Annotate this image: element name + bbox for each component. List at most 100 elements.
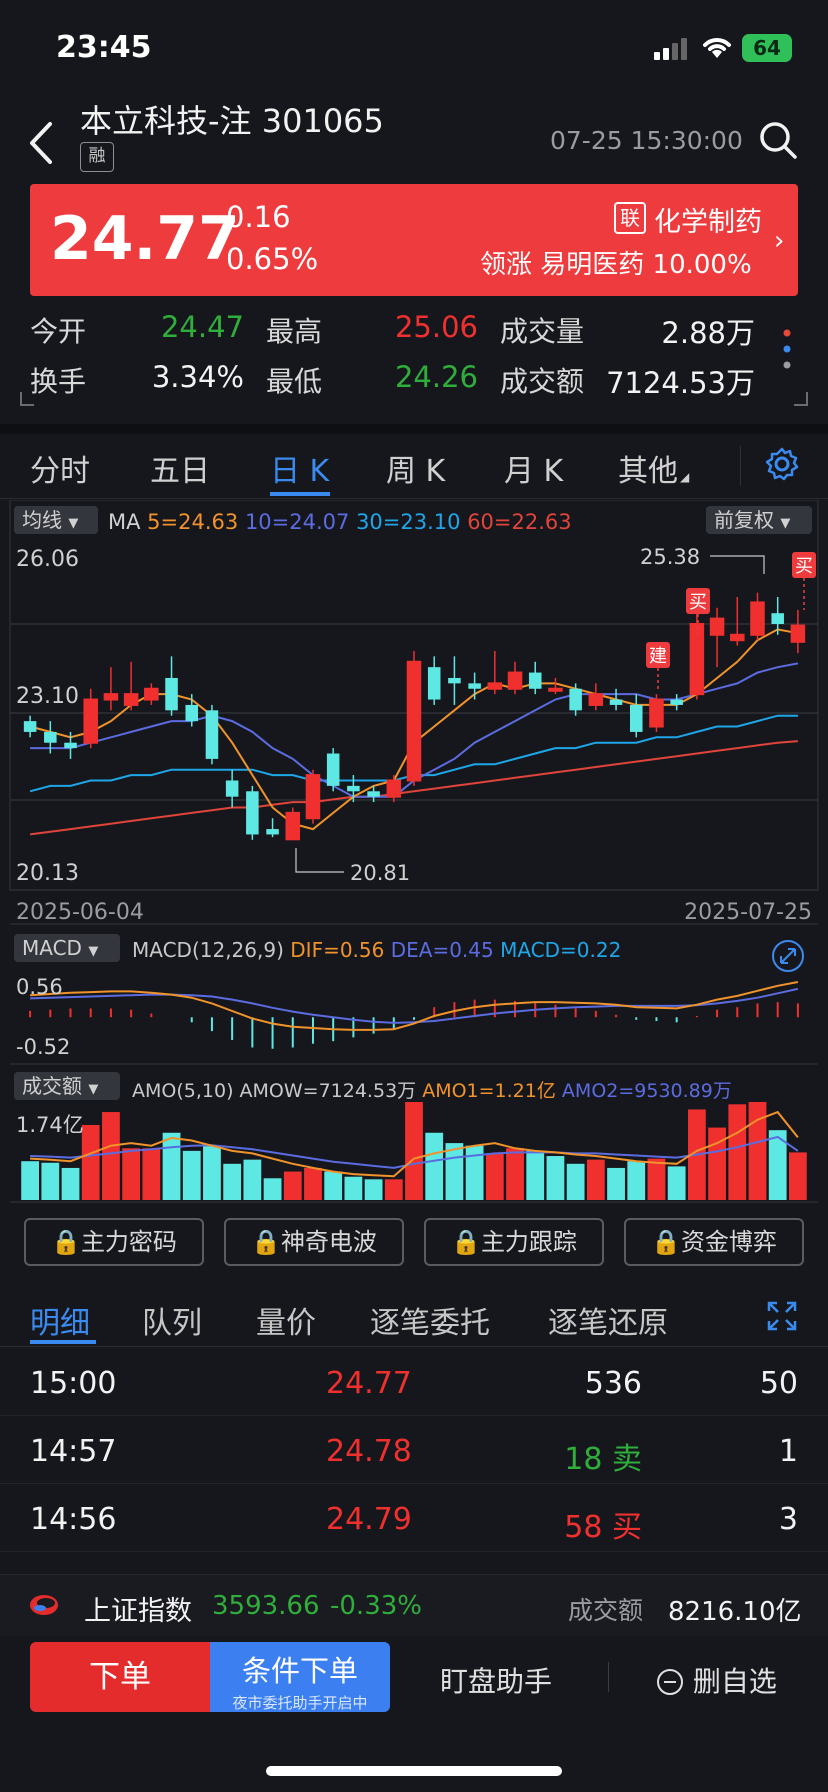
market-index-bar[interactable]: 上证指数 3593.66 -0.33% 成交额 8216.10亿 — [0, 1574, 828, 1636]
amo-params: AMO(5,10) — [132, 1080, 234, 1102]
stat-open-value: 24.47 — [160, 310, 244, 344]
place-order-button[interactable]: 下单 — [30, 1642, 210, 1712]
candle-body — [790, 624, 806, 643]
trade-volume-value: 536 — [584, 1366, 642, 1401]
stat-high-value: 25.06 — [394, 310, 478, 344]
amo-bar — [728, 1104, 747, 1200]
gear-icon[interactable] — [764, 446, 800, 482]
trade-price: 24.78 — [326, 1434, 412, 1469]
candle-body — [670, 699, 683, 705]
amo-bar — [647, 1158, 666, 1200]
cellular-signal-icon — [654, 38, 687, 60]
signal-build-label: 建 — [649, 646, 667, 667]
corner-triangle-icon: ◢ — [680, 470, 690, 484]
tab-order-by-order[interactable]: 逐笔委托 — [370, 1298, 490, 1342]
macd-dif: DIF=0.56 — [290, 938, 385, 962]
trade-volume: 18 卖 — [520, 1434, 642, 1478]
trade-volume: 58 买 — [520, 1502, 642, 1546]
watch-helper-button[interactable]: 盯盘助手 — [440, 1660, 552, 1700]
amo-indicator — [21, 1102, 807, 1200]
detail-divider — [0, 1346, 828, 1347]
ma-selector-label: 均线 — [22, 508, 62, 532]
feature-button-tracking[interactable]: 🔒主力跟踪 — [424, 1218, 604, 1266]
candle-body — [144, 687, 159, 701]
sector-name[interactable]: 化学制药 — [654, 200, 762, 239]
candle-body — [689, 622, 705, 696]
tab-other[interactable]: 其他 ◢ — [618, 446, 689, 490]
high-marker-line — [710, 555, 765, 574]
amo-bar — [203, 1145, 221, 1200]
candle-body — [367, 791, 380, 797]
y-label-bottom: 20.13 — [16, 861, 79, 886]
tab-intraday[interactable]: 分时 — [30, 446, 90, 490]
trade-side: 卖 — [612, 1442, 642, 1477]
tab-detail[interactable]: 明细 — [30, 1298, 90, 1342]
index-value: 3593.66 — [212, 1591, 320, 1621]
stat-open-label: 今开 — [30, 315, 87, 348]
adjust-selector-button[interactable]: 前复权 ▼ — [706, 506, 812, 534]
feature-label: 主力跟踪 — [480, 1228, 577, 1256]
amo-bar — [304, 1167, 322, 1200]
expand-corner-left — [20, 392, 34, 406]
candle-body — [406, 660, 422, 782]
amo-bar — [546, 1156, 565, 1200]
fullscreen-icon[interactable] — [766, 1300, 798, 1332]
tab-weekly-k[interactable]: 周 K — [386, 446, 445, 490]
amo-bar — [122, 1148, 141, 1200]
trade-time: 15:00 — [30, 1366, 117, 1401]
feature-label: 主力密码 — [80, 1228, 177, 1256]
lock-icon: 🔒 — [251, 1228, 281, 1256]
price-banner[interactable]: 24.77 0.16 0.65% 联 化学制药 领涨 易明医药 10.00% › — [30, 184, 798, 296]
ma-selector-button[interactable]: 均线 ▼ — [14, 506, 98, 534]
price-change-percent: 0.65% — [226, 242, 319, 276]
macd-zoom-arrows — [780, 948, 796, 964]
candle-body — [23, 721, 37, 732]
macd-y-bottom: -0.52 — [16, 1035, 70, 1059]
amo-selector-button[interactable]: 成交额 ▼ — [14, 1072, 120, 1100]
tab-volume-price[interactable]: 量价 — [256, 1298, 316, 1342]
trade-price: 24.77 — [326, 1366, 412, 1401]
date-start: 2025-06-04 — [16, 900, 144, 925]
feature-button-wave[interactable]: 🔒神奇电波 — [224, 1218, 404, 1266]
amo-bar — [465, 1145, 484, 1200]
candle-body — [448, 677, 461, 684]
tab-divider — [0, 498, 828, 499]
tab-five-day[interactable]: 五日 — [150, 446, 210, 490]
amo-bar — [405, 1102, 423, 1200]
feature-button-fund-game[interactable]: 🔒资金博弈 — [624, 1218, 804, 1266]
active-detail-tab-indicator — [30, 1340, 96, 1344]
amo-bar — [485, 1153, 504, 1200]
candle-body — [103, 693, 119, 701]
amo-bar — [21, 1161, 39, 1200]
stat-volume-value: 2.88万 — [661, 316, 755, 350]
more-indicators-icon[interactable] — [782, 328, 792, 372]
conditional-order-button[interactable]: 条件下单 夜市委托助手开启中 — [210, 1642, 390, 1712]
lock-icon: 🔒 — [651, 1228, 681, 1256]
feature-button-main-code[interactable]: 🔒主力密码 — [24, 1218, 204, 1266]
active-tab-indicator — [270, 492, 330, 496]
margin-trading-tag: 融 — [80, 142, 114, 172]
remove-favorite-button[interactable]: 删自选 — [656, 1660, 777, 1700]
trade-count: 1 — [778, 1434, 798, 1469]
trade-volume-value: 18 — [564, 1442, 603, 1477]
back-button[interactable] — [26, 118, 56, 168]
signal-buy-label-1: 买 — [689, 592, 707, 613]
date-end: 2025-07-25 — [684, 900, 812, 925]
tab-daily-k[interactable]: 日 K — [270, 446, 329, 490]
ma10-value: 10=24.07 — [244, 510, 350, 534]
amo-bar — [586, 1159, 605, 1200]
tab-monthly-k[interactable]: 月 K — [504, 446, 563, 490]
candle-body — [649, 698, 664, 728]
search-icon[interactable] — [758, 120, 798, 160]
tab-tick-restore[interactable]: 逐笔还原 — [548, 1298, 668, 1342]
trade-count: 3 — [778, 1502, 798, 1537]
trade-volume: 536 — [520, 1366, 642, 1401]
amo-bar — [667, 1166, 686, 1200]
trade-row: 14:56 24.79 58 买 3 — [0, 1484, 828, 1552]
tab-queue[interactable]: 队列 — [142, 1298, 202, 1342]
macd-selector-button[interactable]: MACD ▼ — [14, 934, 120, 962]
linked-sector-tag: 联 — [614, 202, 646, 234]
candle-body — [709, 617, 725, 636]
candle-body — [225, 780, 239, 797]
macd-y-top: 0.56 — [16, 975, 63, 999]
